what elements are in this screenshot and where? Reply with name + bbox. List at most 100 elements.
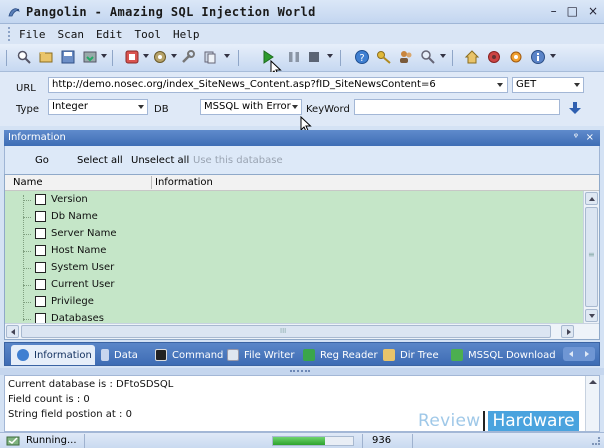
scroll-right-button[interactable] <box>561 325 574 338</box>
horizontal-scrollbar[interactable]: III <box>5 323 599 339</box>
chevron-down-icon[interactable] <box>138 105 144 109</box>
checkbox[interactable] <box>35 262 46 273</box>
select-all-button[interactable]: Select all <box>77 155 123 166</box>
minimize-button[interactable]: – <box>551 4 557 18</box>
type-label: Type <box>16 104 39 115</box>
key-icon[interactable] <box>376 49 392 65</box>
unselect-all-button[interactable]: Unselect all <box>131 155 189 166</box>
terminal-icon <box>155 349 167 361</box>
column-divider[interactable] <box>151 176 152 189</box>
go-button[interactable]: Go <box>35 155 49 166</box>
menu-edit[interactable]: Edit <box>96 28 123 41</box>
column-information[interactable]: Information <box>155 177 213 188</box>
scroll-up-button[interactable] <box>585 192 598 205</box>
list-header: Name Information <box>5 175 599 191</box>
chevron-down-icon[interactable] <box>550 54 556 58</box>
maximize-button[interactable]: □ <box>567 4 578 18</box>
list-item[interactable]: System User <box>23 260 563 276</box>
status-separator <box>84 434 85 448</box>
checkbox[interactable] <box>35 211 46 222</box>
method-select[interactable]: GET <box>512 77 584 93</box>
close-button[interactable]: × <box>588 4 598 18</box>
scroll-down-button[interactable] <box>585 309 598 322</box>
pause-icon[interactable] <box>286 49 302 65</box>
tab-file-writer[interactable]: File Writer <box>227 345 294 365</box>
users-icon[interactable] <box>398 49 414 65</box>
tab-command[interactable]: Command <box>155 345 223 365</box>
magnifier-icon[interactable] <box>420 49 436 65</box>
scroll-thumb[interactable]: III <box>21 325 551 338</box>
tab-data[interactable]: Data <box>101 345 138 365</box>
save-icon[interactable] <box>60 49 76 65</box>
scroll-thumb[interactable]: ≡ <box>585 207 598 307</box>
chevron-down-icon[interactable] <box>327 54 333 58</box>
stop-icon[interactable] <box>306 49 322 65</box>
help-icon[interactable]: ? <box>354 49 370 65</box>
list-item[interactable]: Version <box>23 192 563 208</box>
menu-help[interactable]: Help <box>173 28 200 41</box>
menu-bar: File Scan Edit Tool Help <box>0 24 604 44</box>
plugin-icon[interactable] <box>152 49 168 65</box>
chevron-down-icon[interactable] <box>574 83 580 87</box>
scroll-left-button[interactable] <box>6 325 19 338</box>
list-item[interactable]: Current User <box>23 277 563 293</box>
chevron-down-icon[interactable] <box>171 54 177 58</box>
arrow-down-icon[interactable] <box>568 101 582 115</box>
copy-icon[interactable] <box>202 49 218 65</box>
watermark-divider <box>483 411 486 431</box>
panel-close-button[interactable]: × <box>586 130 594 146</box>
tab-label: Dir Tree <box>400 349 439 361</box>
chevron-down-icon[interactable] <box>224 54 230 58</box>
url-input[interactable]: http://demo.nosec.org/index_SiteNews_Con… <box>48 77 508 93</box>
menu-tool[interactable]: Tool <box>135 28 162 41</box>
menu-scan[interactable]: Scan <box>58 28 85 41</box>
tool-icon[interactable] <box>180 49 196 65</box>
type-select[interactable]: Integer <box>48 99 148 115</box>
log-line: String field postion at : 0 <box>8 409 132 420</box>
search-icon[interactable] <box>16 49 32 65</box>
tab-information[interactable]: Information <box>11 345 95 365</box>
column-name[interactable]: Name <box>13 177 43 188</box>
resize-grip-icon[interactable] <box>592 437 600 445</box>
tab-dir-tree[interactable]: Dir Tree <box>383 345 439 365</box>
chevron-down-icon[interactable] <box>101 54 107 58</box>
import-icon[interactable] <box>82 49 98 65</box>
vertical-scrollbar[interactable]: ≡ <box>583 191 599 323</box>
list-item[interactable]: Server Name <box>23 226 563 242</box>
checkbox[interactable] <box>35 279 46 290</box>
open-icon[interactable] <box>38 49 54 65</box>
tab-reg-reader[interactable]: Reg Reader <box>303 345 378 365</box>
chevron-down-icon[interactable] <box>143 54 149 58</box>
tab-mssql-download[interactable]: MSSQL Download <box>451 345 556 365</box>
status-bar: Running... 936 <box>0 432 604 448</box>
settings-icon[interactable] <box>124 49 140 65</box>
toolbar-separator <box>112 50 113 66</box>
checkbox[interactable] <box>35 245 46 256</box>
item-label: Server Name <box>51 228 117 239</box>
window-title: Pangolin - Amazing SQL Injection World <box>26 4 316 19</box>
toolbar-separator <box>340 50 341 66</box>
keyword-input[interactable] <box>354 99 560 115</box>
checkbox[interactable] <box>35 296 46 307</box>
list-item[interactable]: Privilege <box>23 294 563 310</box>
bug-icon[interactable] <box>486 49 502 65</box>
chevron-down-icon[interactable] <box>440 54 446 58</box>
toolbar-separator <box>6 50 7 66</box>
gear-icon[interactable] <box>508 49 524 65</box>
db-select[interactable]: MSSQL with Error <box>200 99 302 115</box>
tab-scroll-buttons[interactable] <box>563 347 595 361</box>
checkbox[interactable] <box>35 194 46 205</box>
list-item[interactable]: Db Name <box>23 209 563 225</box>
chevron-down-icon[interactable] <box>497 83 503 87</box>
status-separator <box>362 434 363 448</box>
panel-splitter[interactable] <box>0 368 604 375</box>
chevron-down-icon[interactable] <box>292 105 298 109</box>
log-scrollbar[interactable] <box>585 376 599 431</box>
pin-icon[interactable]: ᵠ <box>574 130 578 146</box>
checkbox[interactable] <box>35 228 46 239</box>
list-item[interactable]: Host Name <box>23 243 563 259</box>
home-icon[interactable] <box>464 49 480 65</box>
use-database-button[interactable]: Use this database <box>193 155 283 166</box>
menu-file[interactable]: File <box>19 28 46 41</box>
info-icon[interactable] <box>530 49 546 65</box>
